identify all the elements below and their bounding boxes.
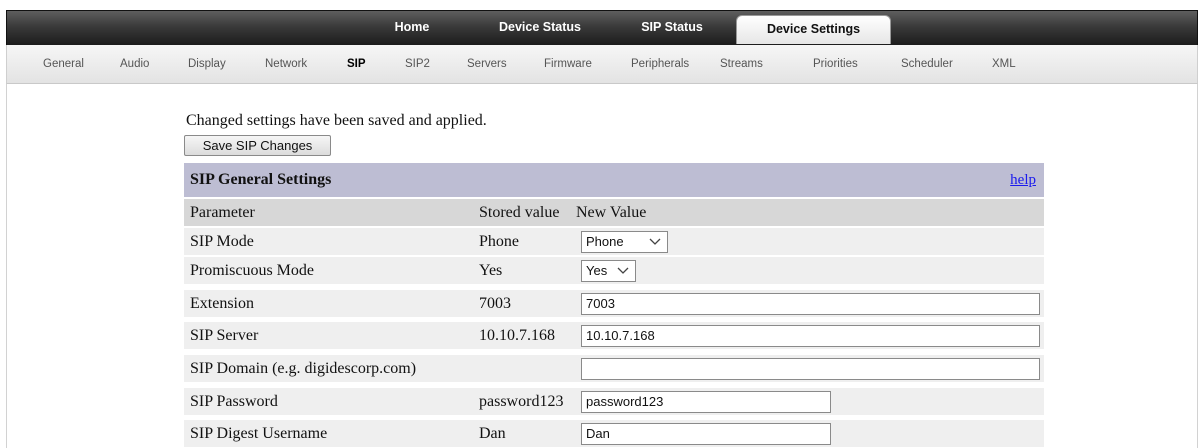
help-link[interactable]: help bbox=[1010, 172, 1036, 189]
subnav-item-xml[interactable]: XML bbox=[992, 45, 1016, 83]
subnav-item-display[interactable]: Display bbox=[188, 45, 226, 83]
subnav-item-priorities[interactable]: Priorities bbox=[813, 45, 858, 83]
promiscuous-mode-select-value: Yes bbox=[586, 263, 608, 278]
stored-value: Yes bbox=[479, 262, 503, 279]
settings-sub-nav: General Audio Display Network SIP SIP2 S… bbox=[6, 45, 1198, 84]
promiscuous-mode-select[interactable]: Yes bbox=[581, 260, 636, 282]
table-row: SIP Server 10.10.7.168 10.10.7.168 bbox=[184, 322, 1044, 349]
subnav-item-peripherals[interactable]: Peripherals bbox=[631, 45, 689, 83]
stored-value: Dan bbox=[479, 425, 506, 442]
stored-value: password123 bbox=[479, 393, 564, 410]
sip-domain-input[interactable] bbox=[581, 358, 1040, 380]
sip-mode-select[interactable]: Phone bbox=[581, 231, 668, 253]
column-header-parameter: Parameter bbox=[190, 204, 255, 221]
table-row: Promiscuous Mode Yes Yes bbox=[184, 257, 1044, 284]
parameter-label: SIP Domain (e.g. digidescorp.com) bbox=[190, 360, 417, 377]
section-header: SIP General Settings help bbox=[184, 163, 1044, 197]
section-title: SIP General Settings bbox=[190, 171, 332, 188]
table-row: SIP Digest Username Dan Dan bbox=[184, 420, 1044, 447]
parameter-label: SIP Server bbox=[190, 327, 259, 344]
column-header-new: New Value bbox=[576, 204, 647, 221]
save-sip-changes-button[interactable]: Save SIP Changes bbox=[184, 135, 331, 156]
table-row: SIP Password password123 password123 bbox=[184, 388, 1044, 415]
table-row: Extension 7003 7003 bbox=[184, 290, 1044, 317]
extension-input[interactable]: 7003 bbox=[581, 293, 1040, 315]
subnav-item-servers[interactable]: Servers bbox=[467, 45, 507, 83]
chevron-down-icon bbox=[617, 267, 629, 274]
subnav-item-sip2[interactable]: SIP2 bbox=[405, 45, 430, 83]
stored-value: Phone bbox=[479, 233, 519, 250]
subnav-item-firmware[interactable]: Firmware bbox=[544, 45, 592, 83]
subnav-item-general[interactable]: General bbox=[43, 45, 84, 83]
subnav-item-network[interactable]: Network bbox=[265, 45, 307, 83]
status-message: Changed settings have been saved and app… bbox=[186, 112, 487, 129]
subnav-item-scheduler[interactable]: Scheduler bbox=[901, 45, 953, 83]
sip-server-input[interactable]: 10.10.7.168 bbox=[581, 325, 1040, 347]
parameter-label: Extension bbox=[190, 295, 254, 312]
subnav-item-streams[interactable]: Streams bbox=[720, 45, 763, 83]
table-row: SIP Domain (e.g. digidescorp.com) bbox=[184, 355, 1044, 382]
parameter-label: Promiscuous Mode bbox=[190, 262, 314, 279]
subnav-item-sip[interactable]: SIP bbox=[347, 45, 366, 83]
column-header-stored: Stored value bbox=[479, 204, 560, 221]
stored-value: 7003 bbox=[479, 295, 511, 312]
tab-sip-status[interactable]: SIP Status bbox=[627, 11, 717, 45]
table-row: SIP Mode Phone Phone bbox=[184, 228, 1044, 255]
tab-device-settings[interactable]: Device Settings bbox=[736, 15, 891, 44]
parameter-label: SIP Digest Username bbox=[190, 425, 328, 442]
sip-digest-username-input[interactable]: Dan bbox=[581, 423, 831, 445]
tab-home[interactable]: Home bbox=[380, 11, 444, 45]
tab-device-status[interactable]: Device Status bbox=[485, 11, 595, 45]
chevron-down-icon bbox=[649, 238, 661, 245]
sip-mode-select-value: Phone bbox=[586, 234, 624, 249]
parameter-label: SIP Mode bbox=[190, 233, 254, 250]
parameter-label: SIP Password bbox=[190, 393, 278, 410]
subnav-item-audio[interactable]: Audio bbox=[120, 45, 149, 83]
stored-value: 10.10.7.168 bbox=[479, 327, 555, 344]
top-nav-bar: Home Device Status SIP Status Device Set… bbox=[6, 10, 1198, 46]
sip-password-input[interactable]: password123 bbox=[581, 391, 831, 413]
table-header-row: Parameter Stored value New Value bbox=[184, 199, 1044, 226]
